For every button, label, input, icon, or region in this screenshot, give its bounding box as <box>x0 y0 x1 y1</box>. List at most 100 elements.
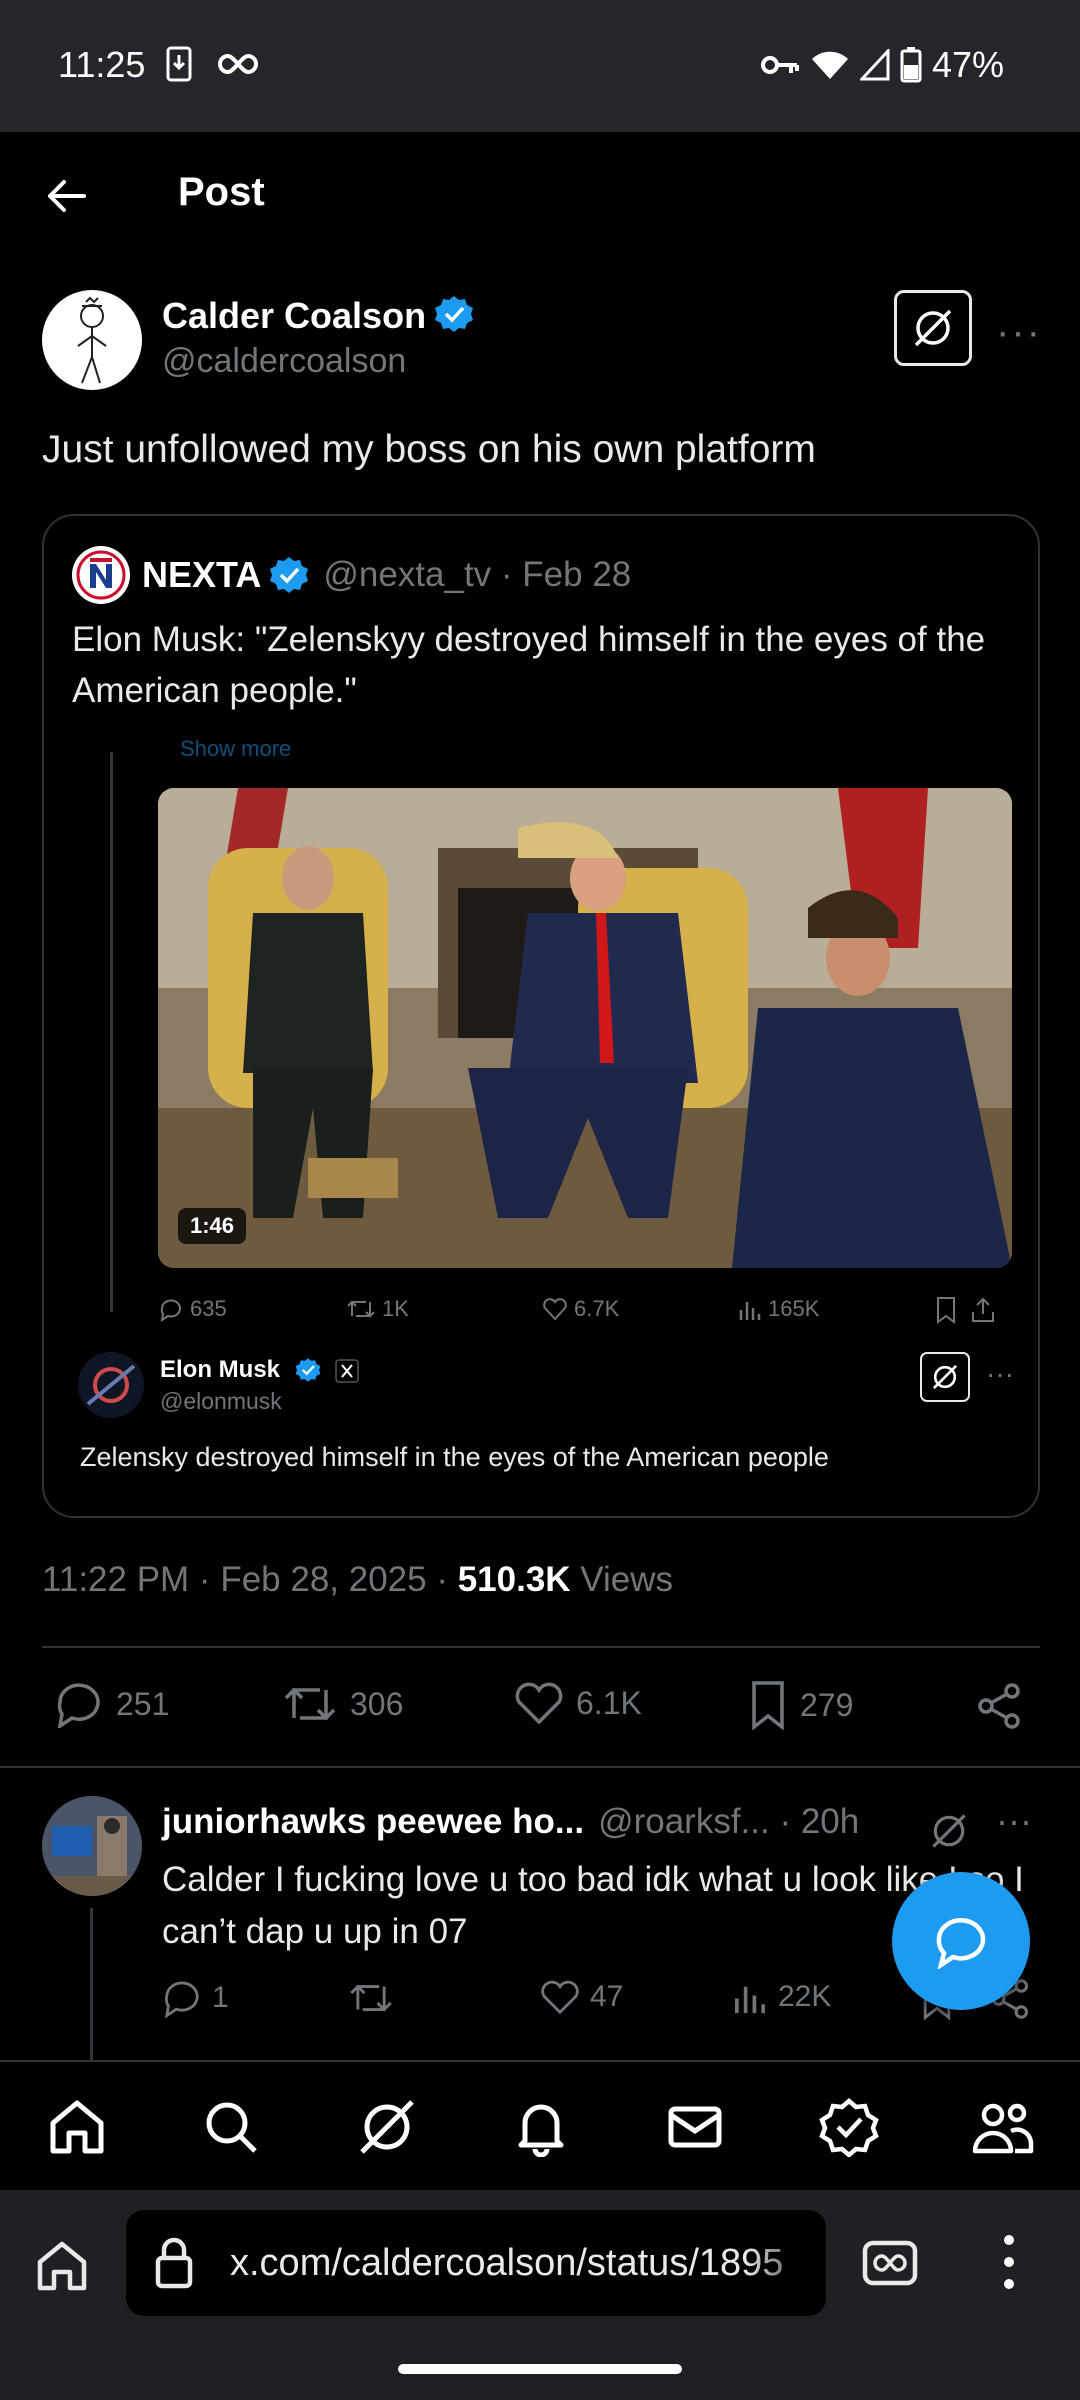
embedded-more-icon: ··· <box>986 1358 1014 1389</box>
reply-icon <box>160 1299 181 1322</box>
divider <box>0 1766 1080 1768</box>
more-options-icon[interactable]: ··· <box>996 1800 1032 1842</box>
repost-icon <box>350 1984 392 2012</box>
nav-grok[interactable] <box>352 2092 422 2162</box>
repost-button[interactable]: 306 <box>282 1680 403 1728</box>
bookmark-count[interactable]: 279 <box>800 1687 853 1724</box>
post-timestamp: 11:22 PM · Feb 28, 2025 · 510.3K Views <box>42 1560 673 1600</box>
repost-icon <box>284 1687 336 1721</box>
embedded-repost: 1K <box>346 1296 409 1322</box>
grok-icon[interactable] <box>928 1810 970 1852</box>
status-right: 47% <box>760 44 1004 86</box>
embedded-user-handle: @elonmusk <box>160 1388 282 1414</box>
post-actions: 251 306 6.1K 279 <box>0 1672 1080 1742</box>
quoted-header: NEXTA @nexta_tv · Feb 28 <box>72 546 631 604</box>
like-button[interactable]: 6.1K <box>514 1680 642 1726</box>
url-text: x.com/caldercoalson/status/1895 <box>230 2242 784 2284</box>
embedded-like-count: 6.7K <box>574 1296 620 1321</box>
quoted-author-name: NEXTA <box>142 554 262 595</box>
verified-orgs-icon <box>819 2098 879 2157</box>
reply-author-name[interactable]: juniorhawks peewee ho... <box>162 1802 584 1841</box>
nav-messages[interactable] <box>660 2092 730 2162</box>
reply-like-button[interactable]: 47 <box>540 1978 623 2016</box>
video-thumbnail[interactable]: 1:46 <box>158 788 1012 1268</box>
reply-avatar[interactable] <box>42 1796 142 1896</box>
more-options-icon[interactable]: ··· <box>996 310 1042 355</box>
vpn-key-icon <box>760 56 799 74</box>
reply-reply-button[interactable]: 1 <box>162 1978 229 2018</box>
address-bar[interactable]: x.com/caldercoalson/status/1895 <box>126 2210 826 2316</box>
embedded-screenshot[interactable]: Show more 1:46 635 1K 6.7K 165K Elon Mus… <box>44 736 1038 1516</box>
page-title: Post <box>178 170 265 214</box>
bookmark-icon <box>937 1297 955 1324</box>
author-name[interactable]: Calder Coalson <box>162 294 474 337</box>
nav-notifications[interactable] <box>506 2092 576 2162</box>
repost-count[interactable]: 306 <box>350 1686 403 1723</box>
nexta-logo-icon <box>76 550 126 600</box>
bookmark-icon <box>752 1681 784 1730</box>
thread-line <box>90 1908 93 2068</box>
views-label: Views <box>570 1560 674 1599</box>
browser-home-icon[interactable] <box>34 2238 90 2292</box>
reply-button[interactable]: 251 <box>54 1680 169 1728</box>
author-name-text: Calder Coalson <box>162 295 427 336</box>
lock-icon <box>155 2237 193 2289</box>
nav-verified-orgs[interactable] <box>814 2092 884 2162</box>
nexta-logo <box>72 546 130 604</box>
embedded-reply-count: 635 <box>190 1296 227 1321</box>
communities-icon <box>972 2103 1034 2154</box>
embedded-views: 165K <box>738 1296 819 1322</box>
video-duration: 1:46 <box>178 1208 247 1244</box>
nav-search[interactable] <box>196 2092 266 2162</box>
url-fade <box>746 2210 826 2316</box>
embedded-grok-button <box>920 1352 970 1402</box>
video-scene-image <box>158 788 1012 1268</box>
quoted-post[interactable]: NEXTA @nexta_tv · Feb 28 Elon Musk: "Zel… <box>42 514 1040 1518</box>
incognito-tabs-icon[interactable] <box>862 2240 918 2286</box>
search-icon <box>206 2102 257 2153</box>
share-icon[interactable] <box>976 1682 1022 1730</box>
reply-meta: @roarksf... · 20h <box>598 1802 860 1841</box>
embedded-user-name-text: Elon Musk <box>160 1356 281 1383</box>
gesture-bar[interactable] <box>398 2364 682 2374</box>
embedded-post-text: Zelensky destroyed himself in the eyes o… <box>80 1442 829 1472</box>
mail-icon <box>668 2106 722 2148</box>
views-icon <box>735 1986 765 2014</box>
bookmark-button[interactable]: 279 <box>748 1680 853 1730</box>
embedded-actions: 635 1K 6.7K 165K <box>158 1296 1038 1336</box>
status-time: 11:25 <box>58 44 146 85</box>
reply-views[interactable]: 22K <box>732 1978 831 2016</box>
heart-icon <box>515 1682 563 1725</box>
nav-communities[interactable] <box>968 2092 1038 2162</box>
post-text: Just unfollowed my boss on his own platf… <box>42 428 816 471</box>
grok-button[interactable] <box>894 290 972 366</box>
infinity-icon <box>218 53 258 75</box>
thread-line <box>110 752 113 1312</box>
back-arrow-icon[interactable] <box>44 174 88 218</box>
quoted-text: Elon Musk: "Zelenskyy destroyed himself … <box>72 620 986 710</box>
x-affiliate-badge-icon <box>335 1359 360 1383</box>
battery-percent: 47% <box>931 44 1004 85</box>
reply-like-count: 47 <box>590 1980 624 2013</box>
verified-badge-icon <box>270 557 309 593</box>
like-count[interactable]: 6.1K <box>576 1685 642 1722</box>
grok-icon <box>914 309 952 347</box>
nav-home[interactable] <box>42 2092 112 2162</box>
avatar[interactable] <box>42 290 142 390</box>
heart-icon <box>543 1298 567 1321</box>
browser-menu-icon[interactable] <box>1002 2232 1016 2292</box>
home-icon <box>50 2100 104 2154</box>
views-icon <box>739 1302 761 1320</box>
reply-repost-button[interactable] <box>348 1978 394 2018</box>
verified-badge-icon <box>295 1358 321 1382</box>
embedded-repost-count: 1K <box>382 1296 409 1321</box>
reply-avatar-image <box>42 1796 142 1896</box>
share-icon <box>972 1297 994 1322</box>
reply-icon <box>57 1683 100 1728</box>
compose-reply-button[interactable] <box>892 1872 1030 2010</box>
author-handle: @caldercoalson <box>162 342 407 380</box>
stick-figure-avatar-icon <box>77 296 107 384</box>
reply-reply-count: 1 <box>212 1981 229 2014</box>
elon-avatar-icon <box>78 1352 144 1418</box>
timestamp-text: 11:22 PM · Feb 28, 2025 · <box>42 1560 458 1599</box>
